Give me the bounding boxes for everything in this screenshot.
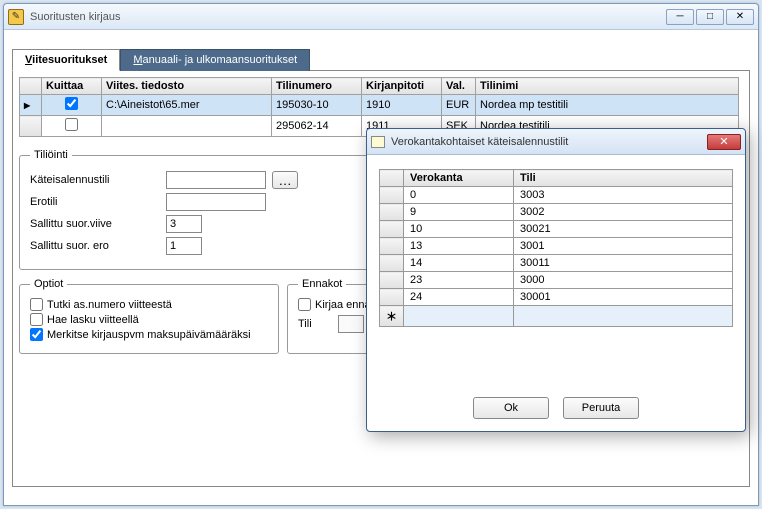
cell-tilinumero[interactable]: 195030-10 — [272, 95, 362, 116]
col-tili[interactable]: Tili — [514, 170, 733, 187]
kirjaa-ennako-checkbox[interactable] — [298, 298, 311, 311]
sallittuero-input[interactable] — [166, 237, 202, 255]
table-row[interactable]: 1430011 — [380, 255, 733, 272]
hae-checkbox[interactable] — [30, 313, 43, 326]
col-val[interactable]: Val. — [442, 78, 476, 95]
kateisalennustili-browse-button[interactable]: … — [272, 171, 298, 189]
merkitse-checkbox[interactable] — [30, 328, 43, 341]
verokanta-dialog: Verokantakohtaiset käteisalennustilit ✕ … — [366, 128, 746, 432]
cell-tiedosto[interactable] — [102, 116, 272, 137]
kuittaa-checkbox[interactable] — [65, 97, 78, 110]
col-verokanta[interactable]: Verokanta — [404, 170, 514, 187]
tutki-label: Tutki as.numero viitteestä — [47, 299, 172, 311]
table-row[interactable]: 2430001 — [380, 289, 733, 306]
table-row[interactable]: 1030021 — [380, 221, 733, 238]
window-title: Suoritusten kirjaus — [30, 11, 664, 23]
col-kirjanpitoti[interactable]: Kirjanpitoti — [362, 78, 442, 95]
minimize-button[interactable]: ─ — [666, 9, 694, 25]
table-row[interactable]: 93002 — [380, 204, 733, 221]
table-row[interactable]: C:\Aineistot\65.mer 195030-10 1910 EUR N… — [20, 95, 739, 116]
cell-tilinumero[interactable]: 295062-14 — [272, 116, 362, 137]
dialog-close-button[interactable]: ✕ — [707, 134, 741, 150]
tabstrip: Viitesuoritukset Manuaali- ja ulkomaansu… — [12, 48, 750, 71]
breadcrumb — [4, 30, 758, 46]
folder-icon — [371, 136, 385, 148]
erotili-label: Erotili — [30, 196, 160, 208]
sallittuero-label: Sallittu suor. ero — [30, 240, 160, 252]
optiot-legend: Optiot — [30, 278, 67, 290]
ennakot-tili-input[interactable] — [338, 315, 364, 333]
ennakot-legend: Ennakot — [298, 278, 346, 290]
dialog-body: Verokanta Tili 03003 93002 1030021 13300… — [367, 155, 745, 387]
ok-button[interactable]: Ok — [473, 397, 549, 419]
tiliointi-legend: Tiliöinti — [30, 149, 72, 161]
cell-tiedosto[interactable]: C:\Aineistot\65.mer — [102, 95, 272, 116]
kateisalennustili-input[interactable] — [166, 171, 266, 189]
sallittuviive-input[interactable] — [166, 215, 202, 233]
dialog-titlebar: Verokantakohtaiset käteisalennustilit ✕ — [367, 129, 745, 155]
ennakot-tili-label: Tili — [298, 318, 332, 330]
col-kuittaa[interactable]: Kuittaa — [42, 78, 102, 95]
close-button[interactable]: ✕ — [726, 9, 754, 25]
col-rowselector — [20, 78, 42, 95]
table-row[interactable]: 03003 — [380, 187, 733, 204]
app-icon: ✎ — [8, 9, 24, 25]
tutki-checkbox[interactable] — [30, 298, 43, 311]
tiliointi-group: Tiliöinti Käteisalennustili … Erotili Sa… — [19, 149, 389, 270]
verokanta-table[interactable]: Verokanta Tili 03003 93002 1030021 13300… — [379, 169, 733, 327]
dialog-buttons: Ok Peruuta — [367, 387, 745, 431]
col-viitestiedosto[interactable]: Viites. tiedosto — [102, 78, 272, 95]
maximize-button[interactable]: □ — [696, 9, 724, 25]
sallittuviive-label: Sallittu suor.viive — [30, 218, 160, 230]
table-new-row[interactable]: ＊ — [380, 306, 733, 327]
row-pointer — [20, 116, 42, 137]
main-titlebar: ✎ Suoritusten kirjaus ─ □ ✕ — [4, 4, 758, 30]
erotili-input[interactable] — [166, 193, 266, 211]
col-tilinimi[interactable]: Tilinimi — [476, 78, 739, 95]
cell-kirjanpitoti[interactable]: 1910 — [362, 95, 442, 116]
col-tilinumero[interactable]: Tilinumero — [272, 78, 362, 95]
dialog-title: Verokantakohtaiset käteisalennustilit — [391, 136, 707, 148]
cell-tilinimi[interactable]: Nordea mp testitili — [476, 95, 739, 116]
cancel-button[interactable]: Peruuta — [563, 397, 639, 419]
tab-viitesuoritukset[interactable]: Viitesuoritukset — [12, 49, 120, 71]
table-row[interactable]: 233000 — [380, 272, 733, 289]
optiot-group: Optiot Tutki as.numero viitteestä Hae la… — [19, 278, 279, 354]
merkitse-label: Merkitse kirjauspvm maksupäivämääräksi — [47, 329, 251, 341]
row-pointer — [20, 95, 42, 116]
table-row[interactable]: 133001 — [380, 238, 733, 255]
new-row-icon: ＊ — [380, 306, 404, 327]
kuittaa-checkbox[interactable] — [65, 118, 78, 131]
kateisalennustili-label: Käteisalennustili — [30, 174, 160, 186]
hae-label: Hae lasku viitteellä — [47, 314, 139, 326]
cell-val[interactable]: EUR — [442, 95, 476, 116]
tab-manuaali[interactable]: Manuaali- ja ulkomaansuoritukset — [120, 49, 310, 71]
